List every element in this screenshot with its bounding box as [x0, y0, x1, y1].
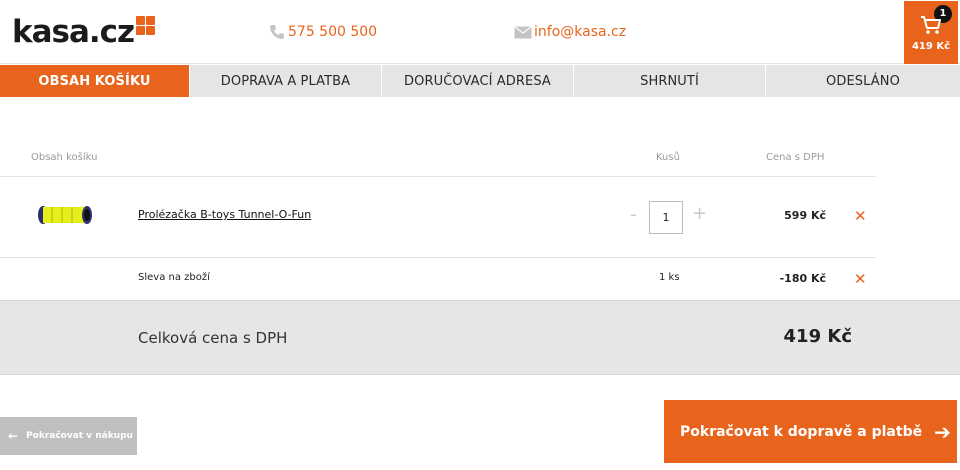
- continue-shopping-button[interactable]: ← Pokračovat v nákupu: [0, 417, 137, 455]
- step-cart-contents[interactable]: OBSAH KOŠÍKU: [0, 65, 190, 97]
- qty-increment-button[interactable]: +: [692, 203, 707, 224]
- discount-price: -180 Kč: [779, 272, 826, 285]
- shopping-cart-icon: [920, 15, 942, 39]
- cart-button[interactable]: 1 419 Kč: [904, 1, 958, 64]
- qty-decrement-button[interactable]: -: [630, 204, 637, 225]
- phone-number: 575 500 500: [288, 24, 378, 40]
- discount-qty: 1 ks: [659, 272, 680, 283]
- arrow-right-icon: ➔: [934, 419, 951, 444]
- item-price: 599 Kč: [784, 209, 826, 222]
- remove-item-icon[interactable]: ✕: [854, 207, 867, 225]
- column-header-qty: Kusů: [656, 152, 680, 163]
- phone-contact[interactable]: 575 500 500: [268, 24, 377, 40]
- total-label: Celková cena s DPH: [138, 329, 288, 347]
- tunnel-toy-icon[interactable]: [37, 205, 93, 225]
- column-header-price: Cena s DPH: [766, 152, 825, 163]
- product-link[interactable]: Prolézačka B-toys Tunnel-O-Fun: [138, 208, 311, 221]
- remove-discount-icon[interactable]: ✕: [854, 270, 867, 288]
- arrow-left-icon: ←: [8, 429, 19, 443]
- continue-to-shipping-button[interactable]: Pokračovat k dopravě a platbě ➔: [664, 400, 957, 463]
- step-shipping-payment[interactable]: DOPRAVA A PLATBA: [190, 65, 382, 97]
- discount-label: Sleva na zboží: [138, 272, 210, 283]
- continue-to-shipping-label: Pokračovat k dopravě a platbě: [680, 423, 923, 440]
- checkout-steps: OBSAH KOŠÍKU DOPRAVA A PLATBA DORUČOVACÍ…: [0, 65, 960, 97]
- cart-total: 419 Kč: [911, 41, 951, 52]
- row-divider: [0, 257, 876, 258]
- step-delivery-address[interactable]: DORUČOVACÍ ADRESA: [382, 65, 574, 97]
- logo-text: kasa.cz: [12, 14, 135, 50]
- step-sent[interactable]: ODESLÁNO: [766, 65, 960, 97]
- total-value: 419 Kč: [783, 326, 852, 347]
- kasa-logo[interactable]: kasa.cz: [12, 12, 156, 52]
- column-header-name: Obsah košíku: [31, 152, 98, 163]
- email-address: info@kasa.cz: [534, 24, 627, 40]
- phone-icon: [268, 24, 286, 40]
- site-header: kasa.cz 575 500 500 info@kasa.cz 1 419 K…: [0, 0, 960, 64]
- email-contact[interactable]: info@kasa.cz: [514, 24, 626, 40]
- quantity-input[interactable]: 1: [649, 201, 683, 234]
- row-divider: [0, 176, 876, 177]
- envelope-icon: [514, 24, 532, 40]
- continue-shopping-label: Pokračovat v nákupu: [26, 431, 133, 441]
- logo-mark-icon: [136, 16, 156, 36]
- step-summary[interactable]: SHRNUTÍ: [574, 65, 766, 97]
